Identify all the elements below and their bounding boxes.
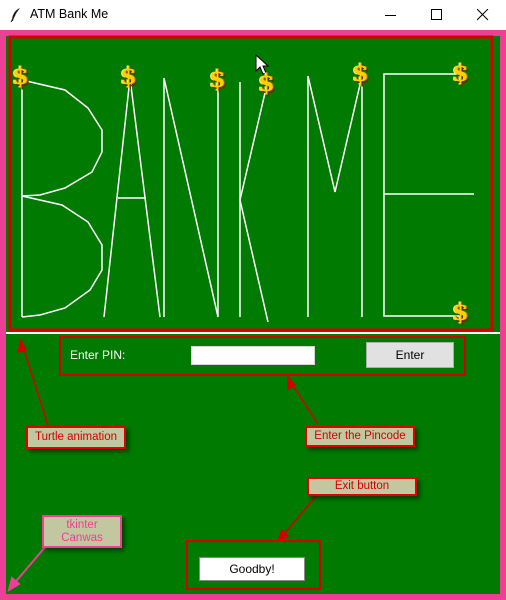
close-button[interactable] — [460, 0, 506, 30]
dollar-icon: $ — [452, 58, 469, 87]
pin-label: Enter PIN: — [70, 348, 126, 362]
dollar-icon: $ — [12, 61, 29, 90]
tkinter-canvas-note: tkinter Canwas — [42, 515, 122, 548]
enter-button[interactable]: Enter — [366, 342, 454, 368]
goodbye-button[interactable]: Goodby! — [199, 557, 305, 581]
dollar-icon: $ — [452, 297, 469, 326]
window-title: ATM Bank Me — [30, 7, 109, 21]
dollar-icon: $ — [120, 61, 137, 90]
dollar-icon: $ — [352, 58, 369, 87]
dollar-icon: $ — [258, 68, 275, 97]
feather-icon — [9, 7, 23, 28]
tkinter-canvas-note-line1: tkinter — [66, 519, 98, 531]
exit-button-note: Exit button — [307, 477, 417, 496]
tkinter-canvas — [6, 36, 500, 594]
dollar-icon: $ — [209, 64, 226, 93]
turtle-animation-note: Turtle animation — [26, 426, 126, 449]
enter-pincode-note: Enter the Pincode — [305, 426, 415, 447]
minimize-button[interactable] — [368, 0, 414, 30]
maximize-button[interactable] — [414, 0, 460, 30]
minimize-icon — [385, 15, 396, 16]
close-icon — [477, 9, 489, 21]
pin-input[interactable] — [191, 346, 315, 365]
title-bar: ATM Bank Me — [0, 0, 506, 31]
maximize-icon — [431, 9, 442, 20]
tkinter-canvas-note-line2: Canwas — [61, 532, 103, 544]
